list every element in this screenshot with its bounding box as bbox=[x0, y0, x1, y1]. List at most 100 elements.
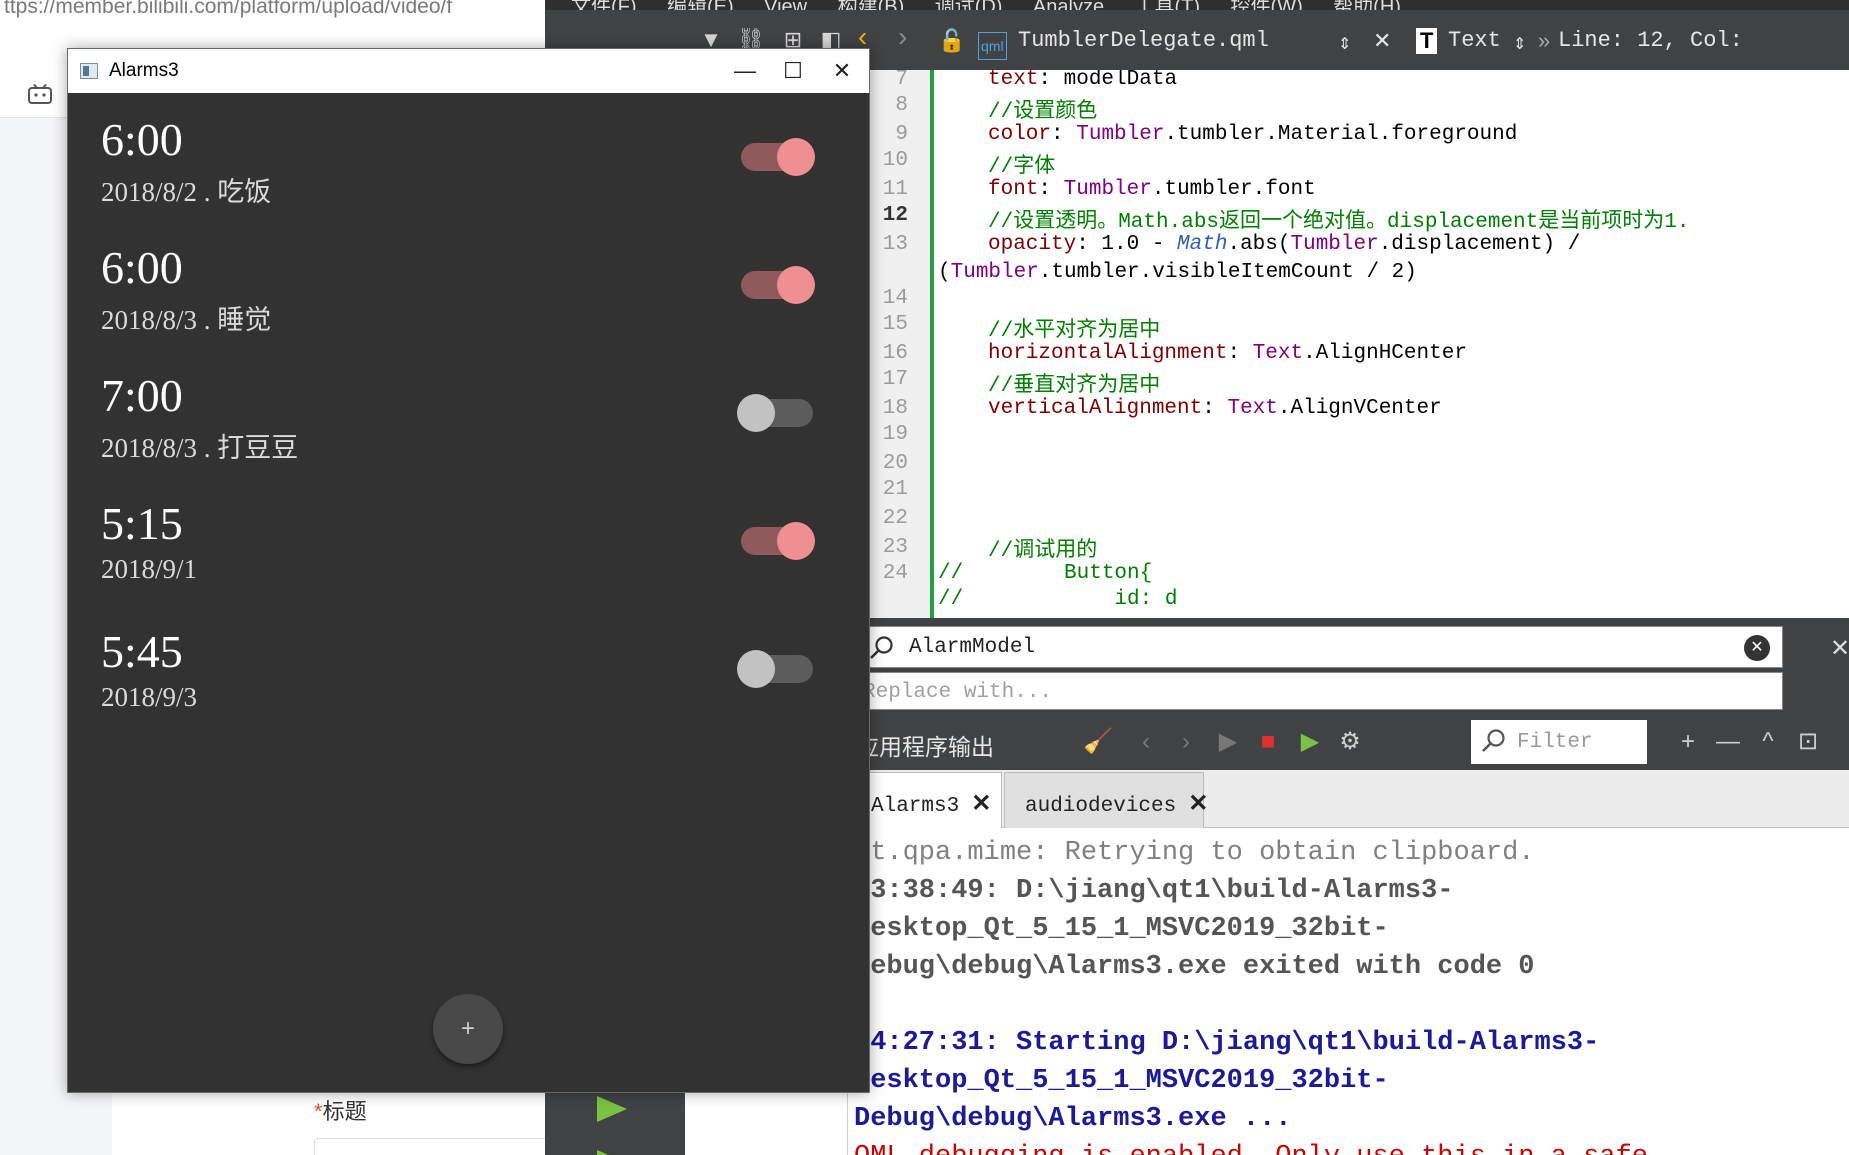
zoom-in-icon[interactable]: + bbox=[1673, 728, 1703, 756]
alarm-time: 6:00 bbox=[101, 242, 183, 293]
tab-audiodevices[interactable]: audiodevices ✕ bbox=[1004, 772, 1208, 828]
output-log[interactable]: qt.qpa.mime: Retrying to obtain clipboar… bbox=[848, 828, 1849, 1155]
filter-placeholder: Filter bbox=[1517, 731, 1593, 754]
code-line: //设置透明。Math.abs返回一个绝对值。displacement是当前项时… bbox=[988, 211, 1690, 234]
log-line: QML debugging is enabled. Only use this … bbox=[854, 1138, 1849, 1155]
close-file-icon[interactable]: ✕ bbox=[1373, 28, 1391, 54]
alarm-item[interactable]: 7:00 2018/8/3 . 打豆豆 bbox=[68, 349, 869, 477]
window-title: Alarms3 bbox=[109, 60, 179, 81]
log-line: Desktop_Qt_5_15_1_MSVC2019_32bit- bbox=[854, 1066, 1389, 1096]
close-find-icon[interactable]: ✕ bbox=[1830, 634, 1849, 663]
close-tab-icon[interactable]: ✕ bbox=[1188, 792, 1208, 819]
code-line: // Button{ bbox=[938, 562, 1153, 585]
toggle-knob[interactable] bbox=[777, 522, 815, 560]
maximize-pane-icon[interactable]: ^ bbox=[1753, 728, 1783, 756]
attach-debugger-icon[interactable]: ▶ bbox=[1295, 728, 1325, 756]
menu-widgets[interactable]: 控件(W) bbox=[1231, 0, 1303, 10]
toggle-knob[interactable] bbox=[737, 394, 775, 432]
tab-label: Alarms3 bbox=[871, 795, 960, 818]
toggle-knob[interactable] bbox=[777, 138, 815, 176]
file-dropdown-icon[interactable]: ⇕ bbox=[1338, 32, 1351, 58]
maximize-button[interactable]: ☐ bbox=[768, 51, 818, 91]
open-file-name[interactable]: TumblerDelegate.qml bbox=[1018, 28, 1269, 54]
alarm-date-label: 2018/8/3 . 睡觉 bbox=[101, 305, 272, 335]
title-label: *标题 bbox=[314, 1094, 367, 1126]
log-line: 14:27:31: Starting D:\jiang\qt1\build-Al… bbox=[854, 1028, 1600, 1058]
symbol-name[interactable]: Text bbox=[1448, 28, 1501, 54]
alarm-toggle[interactable] bbox=[737, 138, 815, 176]
close-button[interactable]: ✕ bbox=[817, 51, 867, 91]
log-line: Desktop_Qt_5_15_1_MSVC2019_32bit- bbox=[854, 914, 1389, 944]
menu-view[interactable]: View bbox=[764, 0, 807, 10]
alarm-item[interactable]: 5:15 2018/9/1 bbox=[68, 477, 869, 605]
alarm-item[interactable]: 6:00 2018/8/2 . 吃饭 bbox=[68, 93, 869, 221]
debug-run-icon[interactable] bbox=[597, 1150, 627, 1155]
log-line: 23:38:49: D:\jiang\qt1\build-Alarms3- bbox=[854, 876, 1454, 906]
alarm-toggle[interactable] bbox=[737, 650, 815, 688]
add-alarm-button[interactable]: + bbox=[433, 994, 503, 1064]
toggle-knob[interactable] bbox=[777, 266, 815, 304]
close-tab-icon[interactable]: ✕ bbox=[971, 792, 991, 819]
stop-icon[interactable]: ■ bbox=[1253, 728, 1283, 756]
replace-input[interactable]: Replace with... bbox=[856, 672, 1783, 710]
alarm-toggle[interactable] bbox=[737, 266, 815, 304]
gear-icon[interactable]: ⚙ bbox=[1335, 728, 1365, 756]
toggle-knob[interactable] bbox=[737, 650, 775, 688]
cursor-position[interactable]: Line: 12, Col: bbox=[1558, 28, 1743, 54]
rerun-icon[interactable]: ▶ bbox=[1213, 728, 1243, 756]
code-line: //设置颜色 bbox=[988, 101, 1098, 124]
menu-help[interactable]: 帮助(H) bbox=[1333, 0, 1401, 10]
code-line: color: Tumbler.tumbler.Material.foregrou… bbox=[988, 123, 1518, 146]
alarm-toggle[interactable] bbox=[737, 394, 815, 432]
alarm-item[interactable]: 6:00 2018/8/3 . 睡觉 bbox=[68, 221, 869, 349]
run-icon[interactable] bbox=[597, 1096, 627, 1122]
zoom-out-icon[interactable]: — bbox=[1713, 728, 1743, 756]
forward-icon[interactable]: › bbox=[898, 23, 907, 51]
browser-url[interactable]: ttps://member.bilibili.com/platform/uplo… bbox=[0, 0, 545, 22]
alarm-time: 6:00 bbox=[101, 114, 183, 165]
search-icon bbox=[1482, 729, 1505, 752]
menu-analyze[interactable]: Analyze bbox=[1033, 0, 1104, 10]
required-mark: * bbox=[314, 1099, 323, 1124]
minimize-button[interactable]: — bbox=[720, 51, 770, 91]
alarm-item[interactable]: 5:45 2018/9/3 bbox=[68, 605, 869, 733]
output-pane-title: 应用程序输出 bbox=[856, 734, 994, 760]
close-pane-icon[interactable]: ⊡ bbox=[1793, 728, 1823, 756]
log-line: Debug\debug\Alarms3.exe exited with code… bbox=[854, 952, 1535, 982]
log-line: qt.qpa.mime: Retrying to obtain clipboar… bbox=[854, 838, 1535, 868]
tab-label: audiodevices bbox=[1025, 795, 1177, 818]
clear-icon[interactable]: ✕ bbox=[1744, 635, 1770, 661]
back-icon[interactable]: ‹ bbox=[858, 23, 867, 51]
filter-input[interactable]: Filter bbox=[1471, 720, 1647, 764]
menu-edit[interactable]: 编辑(E) bbox=[667, 0, 734, 10]
bilibili-logo-icon[interactable] bbox=[28, 84, 52, 104]
code-line: opacity: 1.0 - Math.abs(Tumbler.displace… bbox=[988, 233, 1581, 256]
symbol-dropdown-icon[interactable]: ⇕ bbox=[1513, 32, 1526, 58]
menu-file[interactable]: 文件(F) bbox=[571, 0, 637, 10]
code-line: verticalAlignment: Text.AlignVCenter bbox=[988, 397, 1442, 420]
window-titlebar[interactable]: Alarms3 — ☐ ✕ bbox=[68, 49, 869, 93]
search-icon bbox=[870, 636, 893, 659]
code-line: font: Tumbler.tumbler.font bbox=[988, 178, 1316, 201]
lock-icon: 🔓 bbox=[938, 28, 966, 53]
overflow-icon[interactable]: » bbox=[1538, 28, 1550, 54]
alarm-date-label: 2018/9/1 bbox=[101, 554, 198, 584]
symbol-type-icon: T bbox=[1416, 28, 1438, 54]
clear-output-icon[interactable]: 🧹 bbox=[1083, 728, 1113, 756]
alarm-toggle[interactable] bbox=[737, 522, 815, 560]
menu-build[interactable]: 构建(B) bbox=[838, 0, 905, 10]
find-input-value: AlarmModel bbox=[909, 636, 1036, 659]
output-tabs: Alarms3 ✕ audiodevices ✕ bbox=[848, 770, 1849, 828]
next-item-icon[interactable]: › bbox=[1171, 728, 1201, 756]
menu-debug[interactable]: 调试(D) bbox=[935, 0, 1003, 10]
find-input[interactable]: AlarmModel ✕ bbox=[856, 626, 1783, 668]
menu-tools[interactable]: 工具(T) bbox=[1135, 0, 1201, 10]
tab-alarms3[interactable]: Alarms3 ✕ bbox=[850, 772, 1002, 828]
title-input[interactable] bbox=[314, 1138, 554, 1155]
code-line: //调试用的 bbox=[988, 540, 1098, 563]
prev-item-icon[interactable]: ‹ bbox=[1131, 728, 1161, 756]
replace-placeholder: Replace with... bbox=[863, 681, 1053, 704]
code-line: // id: d bbox=[938, 588, 1178, 611]
code-editor[interactable]: 7 8 9 10 11 12 13 14 15 16 17 18 19 20 2… bbox=[848, 70, 1849, 618]
alarm-time: 7:00 bbox=[101, 370, 183, 421]
